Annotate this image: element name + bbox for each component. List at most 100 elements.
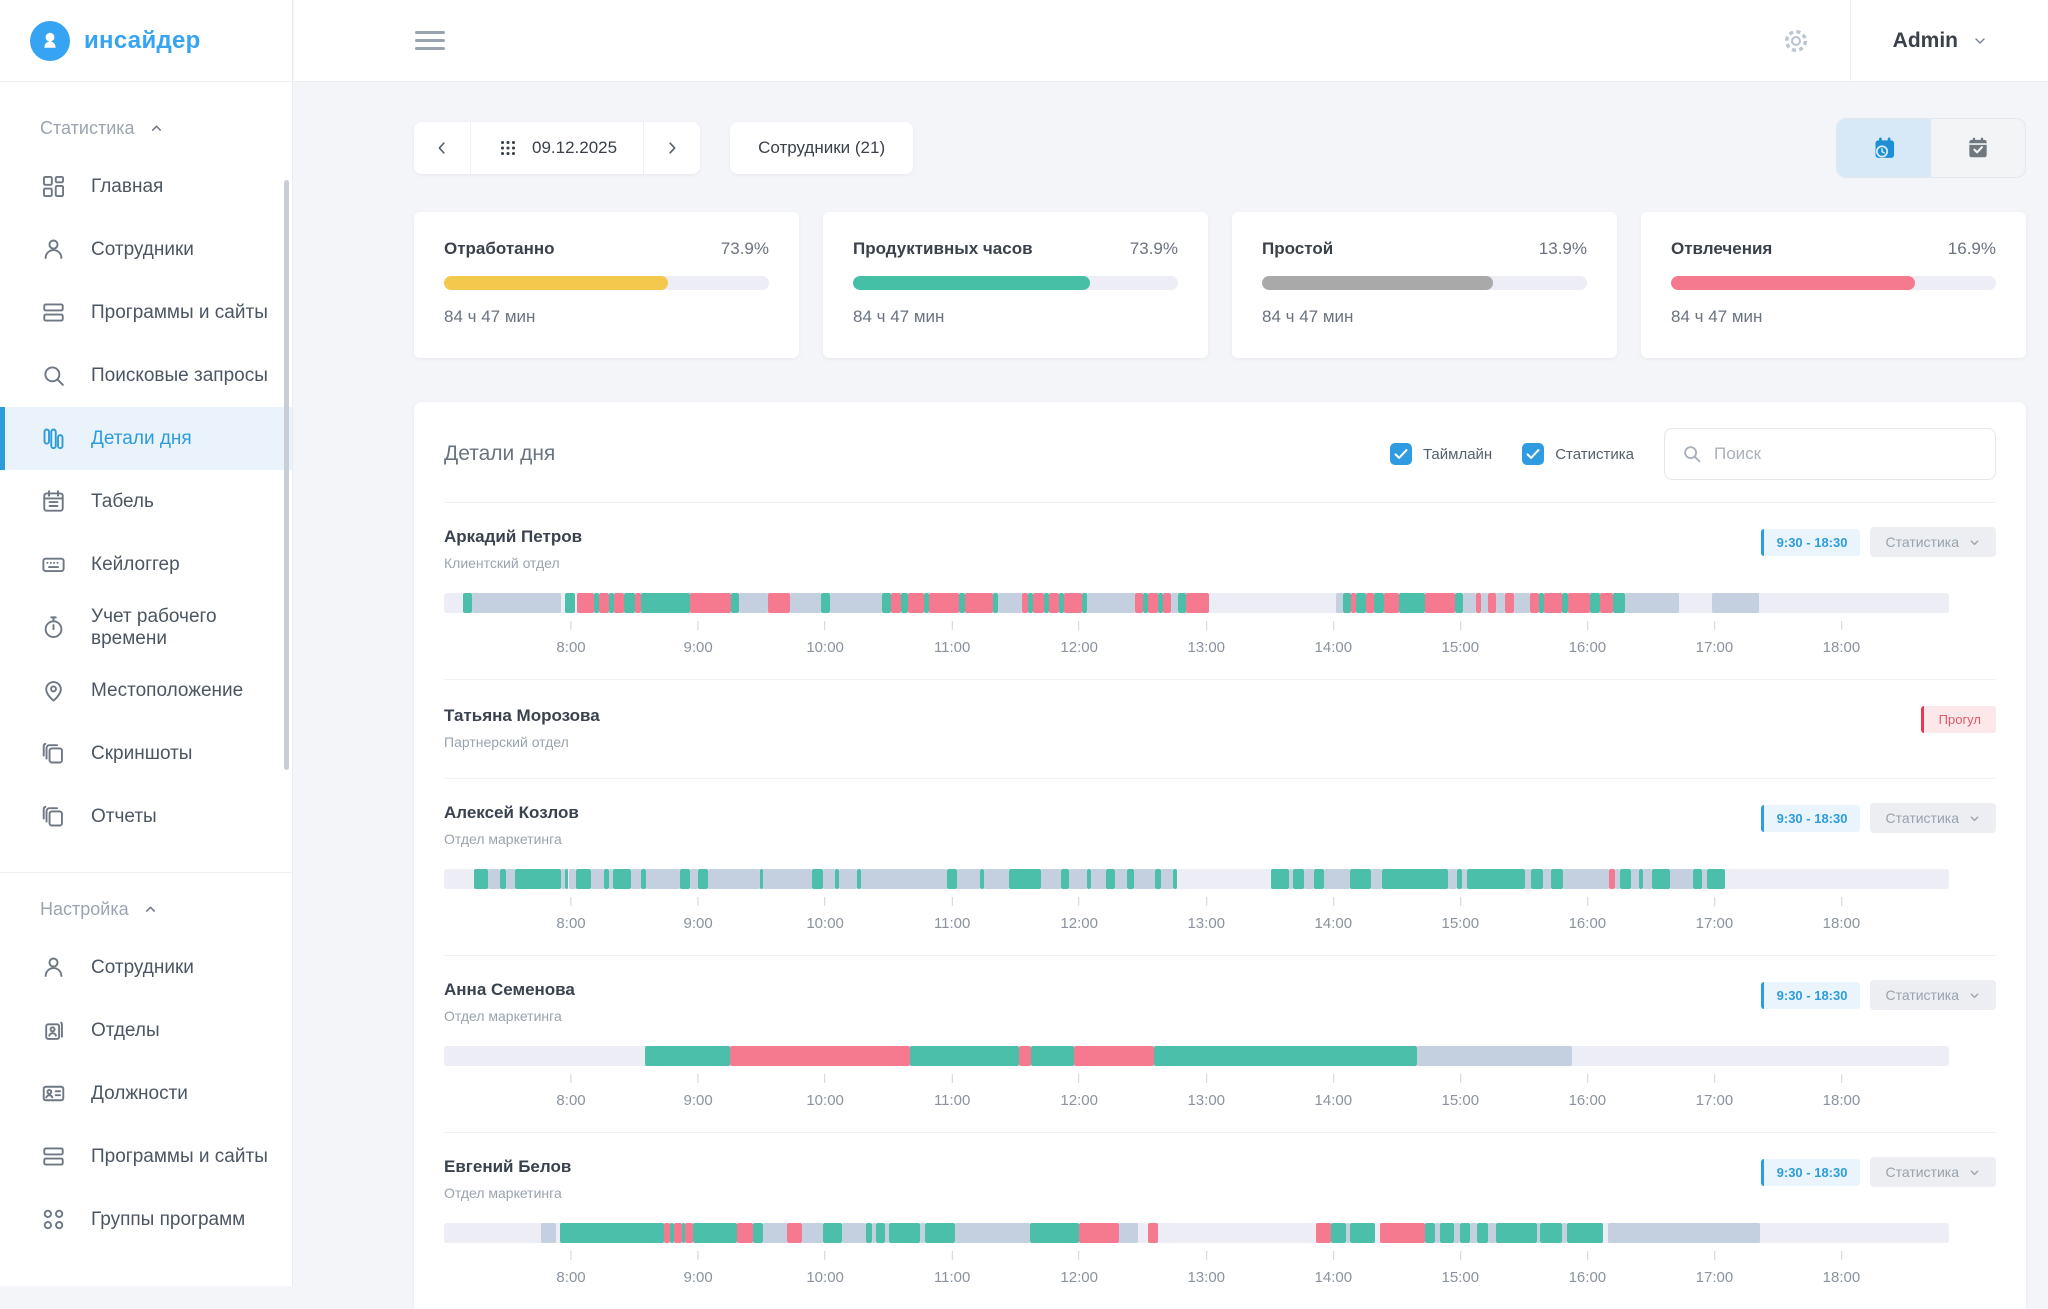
sidebar-item[interactable]: Местоположение (0, 659, 292, 722)
employee-badges: 9:30 - 18:30Статистика (1761, 980, 1996, 1010)
filter-label: Статистика (1555, 446, 1634, 463)
statistics-dropdown[interactable]: Статистика (1870, 803, 1996, 833)
axis-tick: 8:00 (556, 1251, 585, 1286)
sidebar-scrollbar[interactable] (284, 180, 289, 770)
stat-label: Продуктивных часов (853, 239, 1033, 259)
sidebar-item[interactable]: Группы программ (0, 1188, 292, 1251)
employee-name: Алексей Козлов (444, 803, 579, 823)
sidebar-item[interactable]: Программы и сайты (0, 281, 292, 344)
date-picker-button[interactable]: 09.12.2025 (471, 122, 643, 174)
sidebar-item[interactable]: Табель (0, 470, 292, 533)
employee-info: Татьяна МорозоваПартнерский отдел (444, 706, 600, 750)
schedule-view-toggle[interactable] (1931, 119, 2025, 177)
logo-person-icon (30, 21, 70, 61)
sidebar-item[interactable]: Детали дня (0, 407, 292, 470)
user-menu[interactable]: Admin (1851, 29, 2048, 53)
timeline: 8:009:0010:0011:0012:0013:0014:0015:0016… (444, 593, 1949, 667)
section-label-text: Настройка (40, 899, 129, 920)
tick-mark (1841, 1074, 1842, 1083)
filter-checkbox[interactable]: Статистика (1522, 443, 1634, 465)
timeline-segment (690, 869, 698, 889)
sidebar-item[interactable]: Кейлоггер (0, 533, 292, 596)
next-day-button[interactable] (644, 122, 700, 174)
stat-progress-fill (444, 276, 668, 290)
timeline-segment (1163, 593, 1171, 613)
tick-label: 10:00 (806, 915, 844, 932)
sidebar-item[interactable]: Главная (0, 155, 292, 218)
sidebar-item[interactable]: Сотрудники (0, 936, 292, 999)
hamburger-menu-icon[interactable] (415, 26, 445, 55)
timeline-segment (1178, 593, 1186, 613)
timeline-segment (591, 869, 604, 889)
tick-mark (1333, 1074, 1334, 1083)
shift-time-badge: 9:30 - 18:30 (1761, 805, 1861, 832)
tick-label: 15:00 (1442, 1269, 1480, 1286)
sidebar-section-label[interactable]: Настройка (0, 887, 292, 936)
timeline-view-toggle[interactable] (1837, 119, 1931, 177)
tick-label: 15:00 (1442, 1092, 1480, 1109)
axis-tick: 12:00 (1060, 1074, 1098, 1109)
timeline-segment (929, 593, 958, 613)
timeline-segment (763, 869, 813, 889)
sidebar-item[interactable]: Должности (0, 1062, 292, 1125)
axis-tick: 14:00 (1315, 1251, 1353, 1286)
timeline-segment (901, 593, 907, 613)
axis-tick: 13:00 (1187, 1251, 1225, 1286)
employees-filter-button[interactable]: Сотрудники (21) (730, 122, 913, 174)
filter-checkbox[interactable]: Таймлайн (1390, 443, 1492, 465)
sidebar-item-label: Отчеты (91, 806, 157, 828)
tick-mark (698, 897, 699, 906)
tick-mark (1714, 621, 1715, 630)
sidebar-item[interactable]: Поисковые запросы (0, 344, 292, 407)
prev-day-button[interactable] (414, 122, 470, 174)
employee-row: Анна СеменоваОтдел маркетинга9:30 - 18:3… (444, 955, 1996, 1132)
timeline-segment (1643, 869, 1652, 889)
sidebar-item[interactable]: Сотрудники (0, 218, 292, 281)
timeline-segment (731, 593, 739, 613)
gear-icon[interactable] (1782, 27, 1810, 55)
axis-tick: 16:00 (1569, 1251, 1607, 1286)
sidebar-item[interactable]: Отчеты (0, 785, 292, 848)
sidebar-item[interactable]: Учет рабочего времени (0, 596, 292, 659)
timeline-segment (1148, 1223, 1158, 1243)
chevron-up-icon (143, 902, 158, 917)
axis-tick: 8:00 (556, 897, 585, 932)
timeline-segment (560, 1223, 664, 1243)
timeline-segment (1712, 593, 1759, 613)
employee-info: Евгений БеловОтдел маркетинга (444, 1157, 571, 1201)
employee-name: Татьяна Морозова (444, 706, 600, 726)
stopwatch-icon (40, 614, 67, 641)
statistics-dropdown[interactable]: Статистика (1870, 980, 1996, 1010)
timeline-segment (876, 1223, 885, 1243)
timeline-segment (1514, 593, 1531, 613)
tick-label: 14:00 (1315, 915, 1353, 932)
axis-tick: 14:00 (1315, 621, 1353, 656)
tick-label: 11:00 (934, 1269, 970, 1286)
sidebar-section-label[interactable]: Статистика (0, 106, 292, 155)
chevron-up-icon (149, 121, 164, 136)
axis-tick: 9:00 (683, 1251, 712, 1286)
tick-mark (825, 621, 826, 630)
search-icon (1681, 443, 1703, 465)
timeline-segment (730, 1046, 910, 1066)
sidebar-item-label: Скриншоты (91, 743, 192, 765)
employee-info: Аркадий ПетровКлиентский отдел (444, 527, 582, 571)
tick-label: 11:00 (934, 915, 970, 932)
timeline-segment (908, 593, 925, 613)
sidebar-item[interactable]: Программы и сайты (0, 1125, 292, 1188)
tick-mark (952, 897, 953, 906)
statistics-dropdown[interactable]: Статистика (1870, 1157, 1996, 1187)
stat-label: Отработанно (444, 239, 555, 259)
absence-badge: Прогул (1921, 706, 1996, 733)
timeline-segment (1631, 869, 1640, 889)
employee-badges: 9:30 - 18:30Статистика (1761, 527, 1996, 557)
employee-row: Татьяна МорозоваПартнерский отдел Прогул (444, 679, 1996, 778)
tick-mark (1587, 1074, 1588, 1083)
axis-tick: 8:00 (556, 1074, 585, 1109)
sidebar-item[interactable]: Скриншоты (0, 722, 292, 785)
stack-icon (40, 740, 67, 767)
sidebar-item[interactable]: Отделы (0, 999, 292, 1062)
tick-label: 13:00 (1187, 1092, 1225, 1109)
statistics-dropdown[interactable]: Статистика (1870, 527, 1996, 557)
search-input[interactable] (1714, 444, 1979, 464)
